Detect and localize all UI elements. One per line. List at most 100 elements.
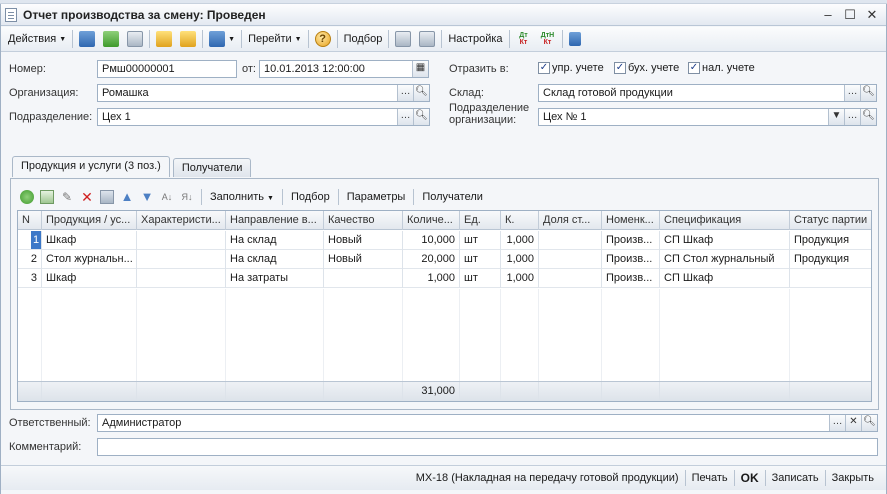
- quantity-cell[interactable]: 10,000: [403, 231, 460, 250]
- sort-asc-icon[interactable]: A↓: [160, 190, 174, 204]
- help-button[interactable]: ?: [311, 29, 335, 50]
- org-ellipsis-icon[interactable]: …: [397, 85, 413, 101]
- col-header[interactable]: Ед.: [460, 211, 501, 230]
- responsible-clear-icon[interactable]: ✕: [845, 415, 861, 431]
- calendar-icon[interactable]: ▦: [412, 61, 428, 77]
- list-button[interactable]: [415, 29, 439, 50]
- col-header[interactable]: Характеристи...: [137, 211, 226, 230]
- direction-cell[interactable]: На затраты: [226, 269, 324, 288]
- nomenclature-cell[interactable]: Произв...: [602, 231, 660, 250]
- responsible-field[interactable]: Администратор … ✕ 🔍︎: [97, 414, 878, 432]
- product-cell[interactable]: Шкаф: [42, 231, 137, 250]
- org-division-search-icon[interactable]: 🔍︎: [860, 109, 876, 125]
- direction-cell[interactable]: На склад: [226, 231, 324, 250]
- org-division-ellipsis-icon[interactable]: …: [844, 109, 860, 125]
- specification-cell[interactable]: СП Стол журнальный: [660, 250, 790, 269]
- org-field[interactable]: Ромашка … 🔍︎: [97, 84, 430, 102]
- direction-cell[interactable]: На склад: [226, 250, 324, 269]
- warehouse-search-icon[interactable]: 🔍︎: [860, 85, 876, 101]
- share-cell[interactable]: [539, 231, 602, 250]
- col-header[interactable]: Продукция / ус...: [42, 211, 137, 230]
- move-down-icon[interactable]: ▼: [140, 190, 154, 204]
- col-header[interactable]: Доля ст...: [539, 211, 602, 230]
- col-header[interactable]: Количе...: [403, 211, 460, 230]
- sort-desc-icon[interactable]: Я↓: [180, 190, 194, 204]
- batch-status-cell[interactable]: Продукция: [790, 250, 871, 269]
- dt-kt-button[interactable]: Дт Кт: [512, 29, 536, 50]
- col-header[interactable]: Направление в...: [226, 211, 324, 230]
- unit-cell[interactable]: шт: [460, 231, 501, 250]
- division-search-icon[interactable]: 🔍︎: [413, 109, 429, 125]
- add-row-icon[interactable]: [20, 190, 34, 204]
- division-field[interactable]: Цех 1 … 🔍︎: [97, 108, 430, 126]
- table-row[interactable]: 1 Шкаф На склад Новый 10,000 шт 1,000 Пр…: [18, 231, 871, 250]
- characteristic-cell[interactable]: [137, 269, 226, 288]
- maximize-icon[interactable]: ☐: [842, 7, 858, 23]
- tab-products[interactable]: Продукция и услуги (3 поз.): [12, 156, 170, 177]
- copy-row-icon[interactable]: [40, 190, 54, 204]
- characteristic-cell[interactable]: [137, 250, 226, 269]
- check-tax-box[interactable]: ✓: [688, 62, 700, 74]
- coef-cell[interactable]: 1,000: [501, 231, 539, 250]
- mx18-print-button[interactable]: МХ-18 (Накладная на передачу готовой про…: [410, 472, 685, 484]
- org-search-icon[interactable]: 🔍︎: [413, 85, 429, 101]
- division-ellipsis-icon[interactable]: …: [397, 109, 413, 125]
- quality-cell[interactable]: Новый: [324, 250, 403, 269]
- unit-cell[interactable]: шт: [460, 269, 501, 288]
- col-header[interactable]: N: [18, 211, 42, 230]
- minimize-icon[interactable]: –: [820, 7, 836, 23]
- specification-cell[interactable]: СП Шкаф: [660, 231, 790, 250]
- batch-status-cell[interactable]: Продукция: [790, 231, 871, 250]
- coef-cell[interactable]: 1,000: [501, 269, 539, 288]
- product-cell[interactable]: Стол журнальн...: [42, 250, 137, 269]
- goto-menu[interactable]: Перейти ▼: [244, 29, 306, 50]
- post-button[interactable]: [75, 29, 99, 50]
- save-button[interactable]: Записать: [766, 472, 825, 484]
- responsible-ellipsis-icon[interactable]: …: [829, 415, 845, 431]
- close-button[interactable]: Закрыть: [826, 472, 880, 484]
- share-cell[interactable]: [539, 250, 602, 269]
- product-cell[interactable]: Шкаф: [42, 269, 137, 288]
- org-division-field[interactable]: Цех № 1 ▼ … 🔍︎: [538, 108, 877, 126]
- check-tax[interactable]: ✓ нал. учете: [688, 62, 755, 74]
- characteristic-cell[interactable]: [137, 231, 226, 250]
- delete-row-icon[interactable]: ✕: [80, 190, 94, 204]
- check-mgmt[interactable]: ✓ упр. учете: [538, 62, 604, 74]
- structure-button[interactable]: [391, 29, 415, 50]
- settings-button[interactable]: Настройка: [444, 29, 506, 50]
- actions-menu[interactable]: Действия ▼: [4, 29, 70, 50]
- col-header[interactable]: Качество: [324, 211, 403, 230]
- based-on-button[interactable]: [176, 29, 200, 50]
- number-field[interactable]: Рмш00000001: [97, 60, 237, 78]
- col-header[interactable]: К.: [501, 211, 539, 230]
- table-row[interactable]: 3 Шкаф На затраты 1,000 шт 1,000 Произв.…: [18, 269, 871, 288]
- warehouse-ellipsis-icon[interactable]: …: [844, 85, 860, 101]
- copy-button[interactable]: [152, 29, 176, 50]
- enter-on-basis-button[interactable]: ▼: [205, 29, 239, 50]
- share-cell[interactable]: [539, 269, 602, 288]
- col-header[interactable]: Спецификация: [660, 211, 790, 230]
- move-up-icon[interactable]: ▲: [120, 190, 134, 204]
- tab-recipients[interactable]: Получатели: [172, 158, 252, 177]
- select-button[interactable]: Подбор: [340, 29, 387, 50]
- nomenclature-cell[interactable]: Произв...: [602, 269, 660, 288]
- quantity-cell[interactable]: 20,000: [403, 250, 460, 269]
- unpost-button[interactable]: [99, 29, 123, 50]
- params-button[interactable]: Параметры: [343, 191, 410, 203]
- table-select-button[interactable]: Подбор: [287, 191, 334, 203]
- date-field[interactable]: 10.01.2013 12:00:00 ▦: [259, 60, 429, 78]
- print-button[interactable]: Печать: [686, 472, 734, 484]
- check-acc-box[interactable]: ✓: [614, 62, 626, 74]
- comment-field[interactable]: [97, 438, 878, 456]
- warehouse-field[interactable]: Склад готовой продукции … 🔍︎: [538, 84, 877, 102]
- batch-status-cell[interactable]: [790, 269, 871, 288]
- unit-cell[interactable]: шт: [460, 250, 501, 269]
- end-edit-icon[interactable]: [100, 190, 114, 204]
- quality-cell[interactable]: [324, 269, 403, 288]
- close-icon[interactable]: ✕: [864, 7, 880, 23]
- org-division-dropdown-icon[interactable]: ▼: [828, 109, 844, 125]
- coef-cell[interactable]: 1,000: [501, 250, 539, 269]
- recipients-button[interactable]: Получатели: [418, 191, 487, 203]
- edit-row-icon[interactable]: ✎: [60, 190, 74, 204]
- dtn-kt-button[interactable]: ДтН Кт: [536, 29, 560, 50]
